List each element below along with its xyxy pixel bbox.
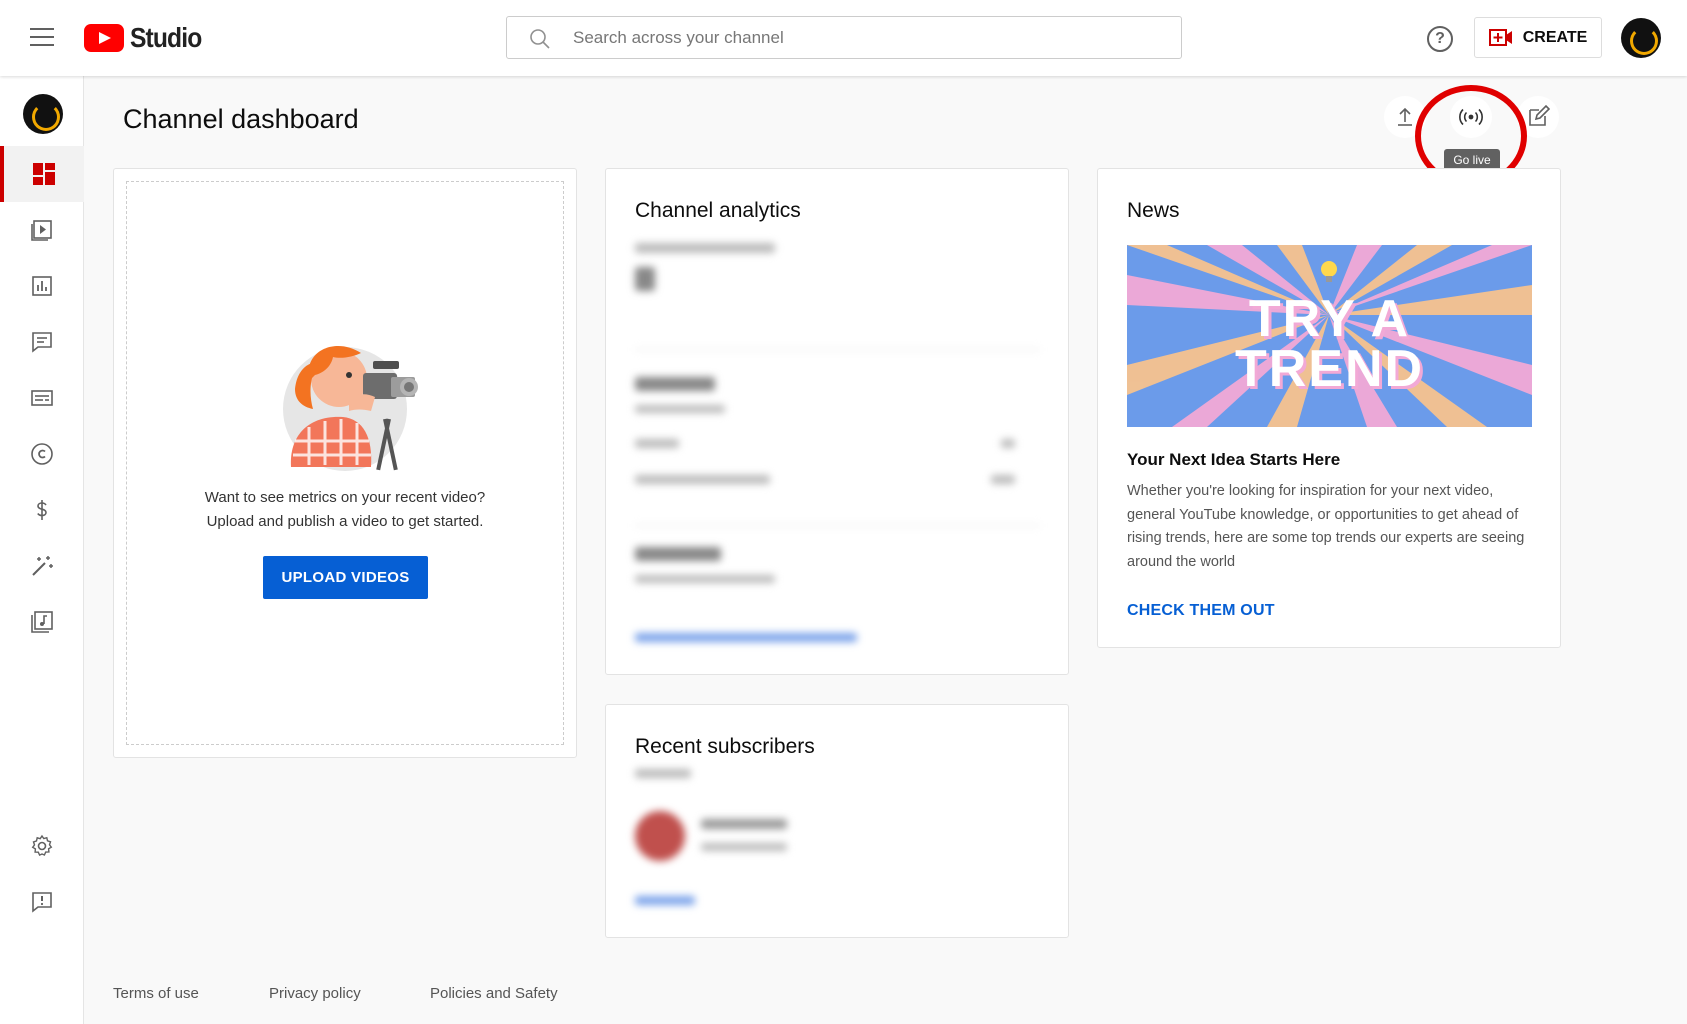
subtitles-icon xyxy=(31,390,53,406)
dollar-icon xyxy=(37,500,47,520)
analytics-title: Channel analytics xyxy=(635,199,801,222)
upload-prompt-line2: Upload and publish a video to get starte… xyxy=(206,513,484,530)
channel-analytics-card: Channel analytics xyxy=(605,168,1069,675)
sidebar-item-earn[interactable] xyxy=(0,482,84,538)
sidebar-item-audio-library[interactable] xyxy=(0,594,84,650)
channel-avatar[interactable] xyxy=(23,94,63,134)
help-icon[interactable]: ? xyxy=(1427,26,1453,52)
check-them-out-link[interactable]: CHECK THEM OUT xyxy=(1127,602,1275,620)
search-icon xyxy=(530,29,550,49)
banner-text-line2: TREND xyxy=(1234,340,1425,398)
copyright-icon xyxy=(31,443,53,465)
page-title: Channel dashboard xyxy=(123,104,359,134)
news-card: News TRY A TREND Your Next Idea Starts H… xyxy=(1097,168,1561,648)
terms-link[interactable]: Terms of use xyxy=(113,985,199,1002)
edit-icon xyxy=(1529,105,1550,126)
upload-prompt-line1: Want to see metrics on your recent video… xyxy=(204,489,486,506)
sidebar-item-content[interactable] xyxy=(0,202,84,258)
audio-library-icon xyxy=(31,611,53,633)
upload-icon xyxy=(1398,107,1412,126)
sidebar-item-customization[interactable] xyxy=(0,538,84,594)
sidebar xyxy=(0,76,84,1024)
create-label: CREATE xyxy=(1522,28,1588,46)
feedback-icon xyxy=(32,892,52,913)
sidebar-item-subtitles[interactable] xyxy=(0,370,84,426)
top-header: Studio ? CREATE xyxy=(0,0,1687,76)
upload-videos-button[interactable]: UPLOAD VIDEOS xyxy=(263,556,428,599)
policies-link[interactable]: Policies and Safety xyxy=(430,985,558,1002)
magic-wand-icon xyxy=(32,556,53,576)
news-description: Whether you're looking for inspiration f… xyxy=(1127,483,1525,570)
youtube-logo-icon xyxy=(84,24,124,52)
video-library-icon xyxy=(31,220,52,241)
account-avatar[interactable] xyxy=(1621,18,1661,58)
search-box xyxy=(506,16,1182,59)
sidebar-item-dashboard[interactable] xyxy=(0,146,84,202)
comments-icon xyxy=(32,332,52,353)
gear-icon xyxy=(31,834,53,857)
dashboard-icon xyxy=(33,163,55,185)
create-button[interactable]: CREATE xyxy=(1474,17,1602,58)
menu-icon[interactable] xyxy=(30,28,54,46)
sidebar-item-analytics[interactable] xyxy=(0,258,84,314)
sidebar-item-comments[interactable] xyxy=(0,314,84,370)
logo-text: Studio xyxy=(130,22,202,53)
videographer-illustration xyxy=(283,345,418,471)
analytics-icon xyxy=(32,276,52,296)
recent-subscribers-card: Recent subscribers xyxy=(605,704,1069,938)
news-title: News xyxy=(1127,199,1180,222)
youtube-studio-logo[interactable]: Studio xyxy=(84,22,211,54)
subscribers-title: Recent subscribers xyxy=(635,735,815,758)
news-headline: Your Next Idea Starts Here xyxy=(1127,450,1341,469)
sidebar-item-copyright[interactable] xyxy=(0,426,84,482)
search-input[interactable] xyxy=(573,27,1133,48)
news-banner-image[interactable]: TRY A TREND xyxy=(1127,245,1532,427)
sidebar-item-settings[interactable] xyxy=(0,818,84,874)
video-camera-plus-icon xyxy=(1488,29,1512,46)
privacy-link[interactable]: Privacy policy xyxy=(269,985,361,1002)
upload-video-card: Want to see metrics on your recent video… xyxy=(113,168,577,758)
sidebar-item-feedback[interactable] xyxy=(0,874,84,930)
